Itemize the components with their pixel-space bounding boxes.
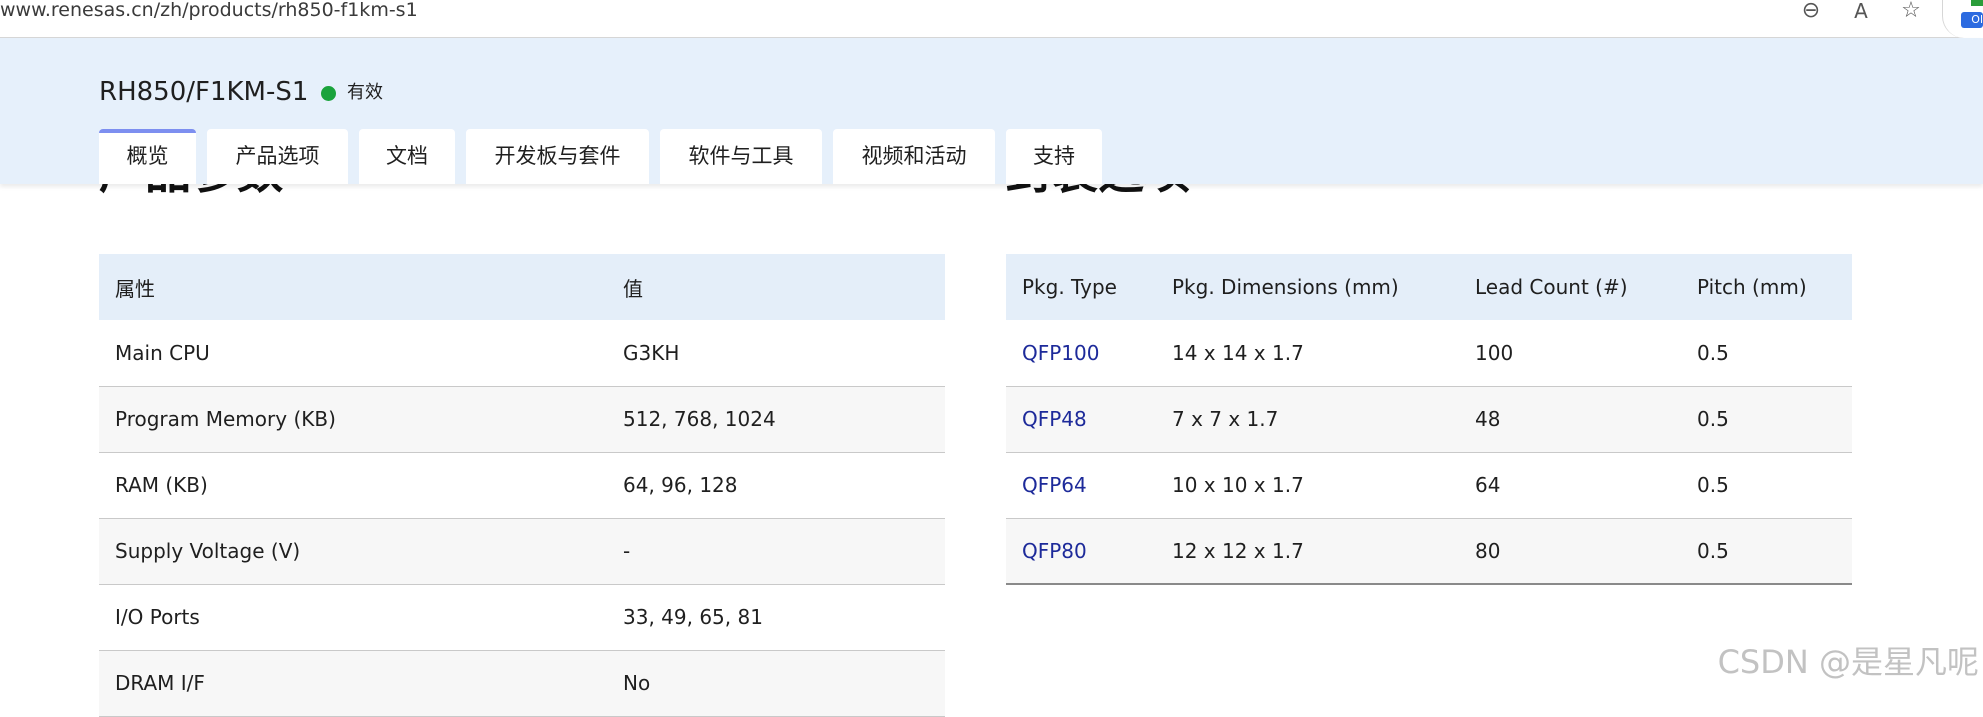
param-name: I/O Ports: [99, 584, 607, 651]
profile-badge-icon[interactable]: Ol: [1961, 12, 1983, 28]
address-url[interactable]: www.renesas.cn/zh/products/rh850-f1km-s1: [0, 0, 418, 20]
param-name: DRAM I/F: [99, 650, 607, 717]
pkg-dimensions: 12 x 12 x 1.7: [1156, 518, 1459, 585]
column-header-attribute: 属性: [99, 254, 607, 320]
pkg-dimensions: 7 x 7 x 1.7: [1156, 386, 1459, 453]
param-name: Program Memory (KB): [99, 386, 607, 453]
package-options-table: Pkg. Type Pkg. Dimensions (mm) Lead Coun…: [1006, 254, 1852, 585]
param-value: 512, 768, 1024: [607, 386, 945, 453]
product-title: RH850/F1KM-S1: [99, 77, 309, 107]
product-header: RH850/F1KM-S1 有效 概览 产品选项 文档 开发板与套件 软件与工具…: [0, 38, 1983, 184]
tab-documents[interactable]: 文档: [359, 129, 455, 184]
table-row: QFP100 14 x 14 x 1.7 100 0.5: [1006, 320, 1852, 387]
param-name: Main CPU: [99, 320, 607, 387]
pkg-type-cell: QFP100: [1006, 320, 1156, 387]
column-header-pkg-type: Pkg. Type: [1006, 254, 1156, 320]
lead-count: 48: [1459, 386, 1681, 453]
tab-overview[interactable]: 概览: [99, 129, 196, 184]
table-row: QFP48 7 x 7 x 1.7 48 0.5: [1006, 386, 1852, 453]
lead-count: 64: [1459, 452, 1681, 519]
tab-boards-kits[interactable]: 开发板与套件: [466, 129, 649, 184]
pitch: 0.5: [1681, 452, 1852, 519]
table-row: DRAM I/F No: [99, 650, 945, 717]
column-header-lead-count: Lead Count (#): [1459, 254, 1681, 320]
pkg-type-cell: QFP48: [1006, 386, 1156, 453]
param-name: Supply Voltage (V): [99, 518, 607, 585]
pkg-type-link[interactable]: QFP100: [1022, 341, 1099, 365]
pkg-type-link[interactable]: QFP64: [1022, 473, 1087, 497]
param-value: No: [607, 650, 945, 717]
param-value: 33, 49, 65, 81: [607, 584, 945, 651]
table-header-row: Pkg. Type Pkg. Dimensions (mm) Lead Coun…: [1006, 254, 1852, 320]
table-row: RAM (KB) 64, 96, 128: [99, 452, 945, 519]
tab-support[interactable]: 支持: [1006, 129, 1102, 184]
pkg-type-link[interactable]: QFP80: [1022, 539, 1087, 563]
status-dot-icon: [321, 86, 336, 101]
param-value: -: [607, 518, 945, 585]
pitch: 0.5: [1681, 386, 1852, 453]
table-row: Program Memory (KB) 512, 768, 1024: [99, 386, 945, 453]
tab-videos-events[interactable]: 视频和活动: [833, 129, 995, 184]
column-header-value: 值: [607, 254, 945, 320]
table-row: Main CPU G3KH: [99, 320, 945, 387]
status-badge: 有效: [347, 82, 383, 103]
table-row: I/O Ports 33, 49, 65, 81: [99, 584, 945, 651]
pitch: 0.5: [1681, 518, 1852, 585]
column-header-pitch: Pitch (mm): [1681, 254, 1852, 320]
pkg-dimensions: 14 x 14 x 1.7: [1156, 320, 1459, 387]
watermark: CSDN @是星凡呢: [1717, 643, 1979, 681]
pkg-dimensions: 10 x 10 x 1.7: [1156, 452, 1459, 519]
tab-software-tools[interactable]: 软件与工具: [660, 129, 822, 184]
column-header-pkg-dimensions: Pkg. Dimensions (mm): [1156, 254, 1459, 320]
lead-count: 100: [1459, 320, 1681, 387]
table-row: QFP80 12 x 12 x 1.7 80 0.5: [1006, 518, 1852, 585]
zoom-out-icon[interactable]: ⊖: [1799, 0, 1823, 22]
table-header-row: 属性 值: [99, 254, 945, 320]
favorite-star-icon[interactable]: ☆: [1899, 0, 1923, 22]
browser-address-bar: www.renesas.cn/zh/products/rh850-f1km-s1…: [0, 0, 1983, 38]
browser-edge-panel: Ol: [1942, 0, 1983, 38]
param-name: RAM (KB): [99, 452, 607, 519]
extension-icon[interactable]: [1971, 0, 1983, 6]
pitch: 0.5: [1681, 320, 1852, 387]
param-value: 64, 96, 128: [607, 452, 945, 519]
browser-toolbar-icons: ⊖ A ☆: [1799, 0, 1923, 22]
pkg-type-cell: QFP80: [1006, 518, 1156, 585]
pkg-type-link[interactable]: QFP48: [1022, 407, 1087, 431]
read-aloud-icon[interactable]: A: [1849, 0, 1873, 22]
param-value: G3KH: [607, 320, 945, 387]
table-row: QFP64 10 x 10 x 1.7 64 0.5: [1006, 452, 1852, 519]
tab-product-options[interactable]: 产品选项: [207, 129, 348, 184]
table-row: Supply Voltage (V) -: [99, 518, 945, 585]
pkg-type-cell: QFP64: [1006, 452, 1156, 519]
product-params-table: 属性 值 Main CPU G3KH Program Memory (KB) 5…: [99, 254, 945, 717]
lead-count: 80: [1459, 518, 1681, 585]
